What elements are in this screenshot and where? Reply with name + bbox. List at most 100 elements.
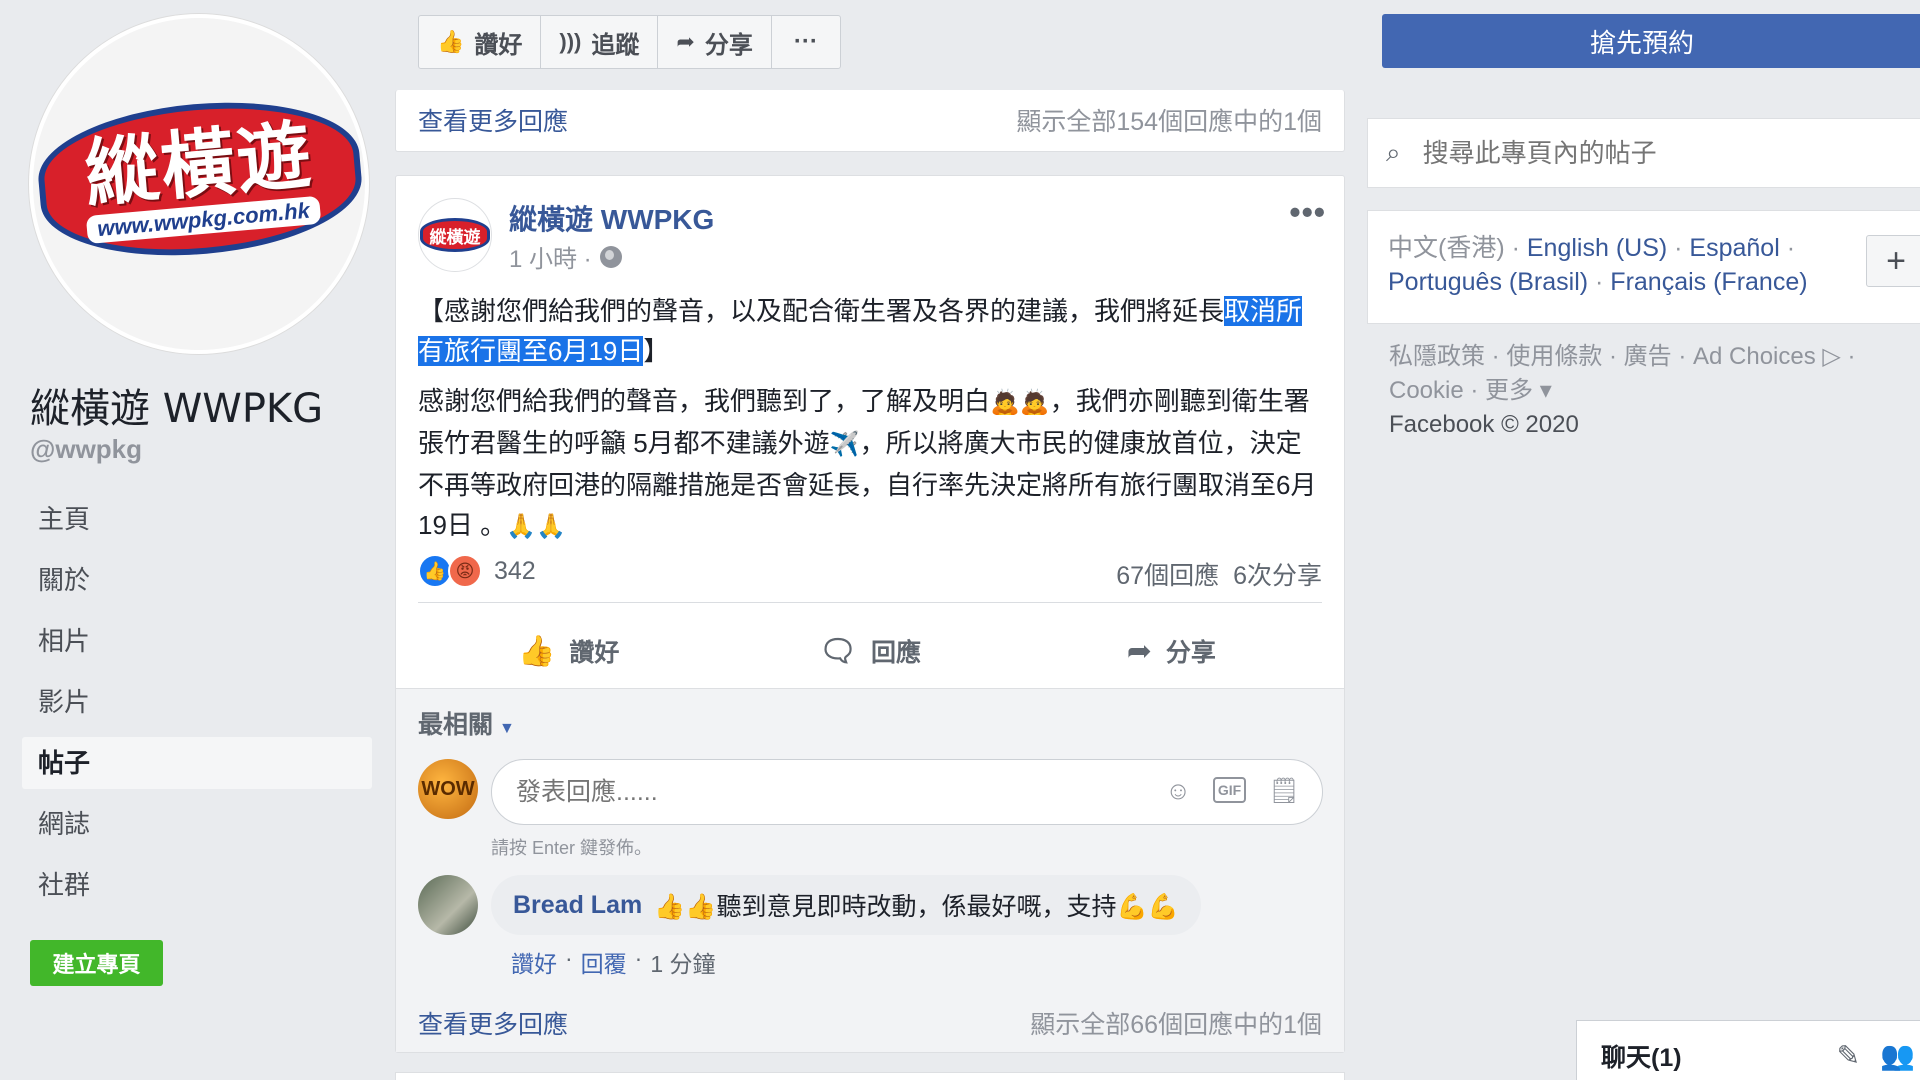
comment-time[interactable]: 1 分鐘 xyxy=(650,945,715,979)
footer-cookie[interactable]: Cookie xyxy=(1389,377,1464,404)
footer-terms[interactable]: 使用條款 xyxy=(1506,343,1602,370)
page-name[interactable]: 縱橫遊 WWPKG xyxy=(30,376,323,434)
view-more-comments-link[interactable]: 查看更多回應 xyxy=(418,1005,568,1041)
page-handle[interactable]: @wwpkg xyxy=(30,434,142,465)
nav-item-notes[interactable]: 網誌 xyxy=(22,798,372,850)
friends-icon[interactable]: 👥 xyxy=(1880,1039,1915,1072)
separator: · xyxy=(634,945,643,971)
search-input[interactable] xyxy=(1422,137,1920,169)
page-nav: 主頁 關於 相片 影片 帖子 網誌 社群 xyxy=(22,493,372,920)
next-post-card xyxy=(395,1072,1345,1080)
search-icon: ⌕ xyxy=(1386,137,1401,167)
current-user-avatar[interactable]: WOW xyxy=(418,759,478,819)
comment-actions: 讚好 · 回覆 · 1 分鐘 xyxy=(511,945,716,979)
post-headline: 【感謝您們給我們的聲音，以及配合衛生署及各界的建議，我們將延長取消所有旅行團至6… xyxy=(418,291,1323,371)
shares-count-link[interactable]: 6次分享 xyxy=(1233,556,1322,592)
divider xyxy=(418,602,1322,603)
comment-input-icons: ☺ GIF 🗒 xyxy=(1165,777,1300,806)
headline-close: 】 xyxy=(643,336,670,366)
page-follow-label: 追蹤 xyxy=(591,31,640,59)
nav-item-about[interactable]: 關於 xyxy=(22,554,372,606)
more-languages-button[interactable]: + xyxy=(1866,235,1920,287)
post-like-button[interactable]: 👍 讚好 xyxy=(418,616,719,686)
compose-icon[interactable]: ✎ xyxy=(1837,1039,1860,1072)
footer-more[interactable]: 更多 xyxy=(1485,377,1533,404)
more-dots-icon: ··· xyxy=(793,28,818,55)
post-author-name[interactable]: 縱橫遊 WWPKG xyxy=(509,198,714,238)
page-logo: 縱橫遊 www.wwpkg.com.hk xyxy=(33,90,365,268)
emoji-icon[interactable]: ☺ xyxy=(1165,777,1191,806)
post-paragraph: 感謝您們給我們的聲音，我們聽到了，了解及明白🙇🙇，我們亦剛聽到衛生署張竹君醫生的… xyxy=(418,381,1323,547)
language-portuguese[interactable]: Português (Brasil) xyxy=(1388,268,1588,296)
sticker-icon[interactable]: 🗒 xyxy=(1268,777,1300,806)
post-share-button[interactable]: ➦ 分享 xyxy=(1021,616,1322,686)
reserve-button[interactable]: 搶先預約 xyxy=(1382,14,1920,68)
page-post-search[interactable]: ⌕ xyxy=(1367,118,1920,188)
chat-label: 聊天(1) xyxy=(1601,1043,1682,1072)
page-more-button[interactable]: ··· xyxy=(772,16,840,68)
share-arrow-icon: ➦ xyxy=(676,29,695,54)
footer-ads[interactable]: 廣告 xyxy=(1624,343,1672,370)
nav-item-videos[interactable]: 影片 xyxy=(22,676,372,728)
nav-item-community[interactable]: 社群 xyxy=(22,859,372,911)
rss-icon: ))) xyxy=(559,29,582,54)
bow-emoji: 🙇🙇 xyxy=(990,389,1050,416)
post-card: 縱橫遊 縱橫遊 WWPKG 1 小時 · ••• 【感謝您們給我們的聲音，以及配… xyxy=(395,175,1345,1053)
post-author-avatar[interactable]: 縱橫遊 xyxy=(418,198,492,272)
post-like-label: 讚好 xyxy=(569,639,620,667)
comment-bubble-icon: 🗨 xyxy=(818,634,858,668)
post-text: 【感謝您們給我們的聲音，以及配合衛生署及各界的建議，我們將延長取消所有旅行團至6… xyxy=(418,291,1323,547)
page-follow-button[interactable]: ))) 追蹤 xyxy=(541,16,659,68)
comment-author[interactable]: Bread Lam xyxy=(513,891,642,920)
create-page-button[interactable]: 建立專頁 xyxy=(30,940,163,986)
nav-item-home[interactable]: 主頁 xyxy=(22,493,372,545)
post-comment-button[interactable]: 🗨 回應 xyxy=(719,616,1020,686)
commenter-avatar[interactable] xyxy=(418,875,478,935)
thumbs-up-icon: 👍 xyxy=(437,29,465,54)
comment-count-text: 顯示全部154個回應中的1個 xyxy=(1016,108,1322,136)
comment-sort-dropdown[interactable]: 最相關 ▼ xyxy=(418,705,515,741)
page-share-label: 分享 xyxy=(704,31,753,59)
globe-icon xyxy=(599,245,622,268)
page-like-button[interactable]: 👍 讚好 xyxy=(419,16,542,68)
sort-label: 最相關 xyxy=(418,711,494,739)
headline-text: 【感謝您們給我們的聲音，以及配合衛生署及各界的建議，我們將延長 xyxy=(418,296,1225,326)
page-like-label: 讚好 xyxy=(474,31,523,59)
footer-adchoices[interactable]: Ad Choices xyxy=(1693,343,1816,370)
comment-count-text: 顯示全部66個回應中的1個 xyxy=(1030,1011,1322,1039)
gif-icon[interactable]: GIF xyxy=(1212,777,1247,803)
comment-like-link[interactable]: 讚好 xyxy=(511,945,557,979)
footer-privacy[interactable]: 私隱政策 xyxy=(1389,343,1485,370)
comments-section: 最相關 ▼ WOW ☺ GIF 🗒 請按 Enter 鍵發佈。 Bread Lam… xyxy=(396,688,1344,1052)
post-comment-label: 回應 xyxy=(871,639,922,667)
share-arrow-icon: ➦ xyxy=(1126,634,1152,668)
comment-input-box[interactable]: ☺ GIF 🗒 xyxy=(491,759,1323,825)
post-options-button[interactable]: ••• xyxy=(1289,194,1326,231)
language-english[interactable]: English (US) xyxy=(1527,234,1667,262)
engagement-stats: 67個回應 6次分享 xyxy=(1116,556,1322,592)
page-profile-picture[interactable]: 縱橫遊 www.wwpkg.com.hk xyxy=(29,14,369,354)
reaction-summary[interactable]: 👍 😡 342 xyxy=(418,554,536,588)
language-line-1: 中文(香港) · English (US) · Español · xyxy=(1388,234,1796,262)
caret-down-icon: ▼ xyxy=(499,720,515,737)
left-column: 縱橫遊 www.wwpkg.com.hk 縱橫遊 WWPKG @wwpkg 主頁… xyxy=(0,0,390,1080)
comment-text: 👍👍聽到意見即時改動，係最好嘅，支持💪💪 xyxy=(654,893,1179,921)
nav-item-photos[interactable]: 相片 xyxy=(22,615,372,667)
footer: 私隱政策 · 使用條款 · 廣告 · Ad Choices ▷ · Cookie… xyxy=(1389,340,1909,442)
post-time[interactable]: 1 小時 · xyxy=(509,239,592,274)
language-spanish[interactable]: Español xyxy=(1689,234,1779,262)
body-text-1: 感謝您們給我們的聲音，我們聽到了，了解及明白 xyxy=(418,386,991,416)
footer-links-2: Cookie · 更多 ▾ xyxy=(1389,377,1552,404)
comment-reply-link[interactable]: 回覆 xyxy=(581,945,627,979)
adchoices-icon: ▷ xyxy=(1822,343,1841,370)
page-share-button[interactable]: ➦ 分享 xyxy=(658,16,772,68)
language-french[interactable]: Français (France) xyxy=(1610,268,1807,296)
thumbs-up-outline-icon: 👍 xyxy=(517,634,556,668)
comments-count-link[interactable]: 67個回應 xyxy=(1116,556,1219,592)
comment-input[interactable] xyxy=(516,777,1116,807)
chat-bar[interactable]: 聊天(1) ✎ 👥 xyxy=(1576,1020,1920,1080)
post-meta: 1 小時 · xyxy=(509,239,622,274)
mini-logo: 縱橫遊 xyxy=(420,218,490,252)
nav-item-posts[interactable]: 帖子 xyxy=(22,737,372,789)
view-more-comments-link[interactable]: 查看更多回應 xyxy=(418,102,568,138)
